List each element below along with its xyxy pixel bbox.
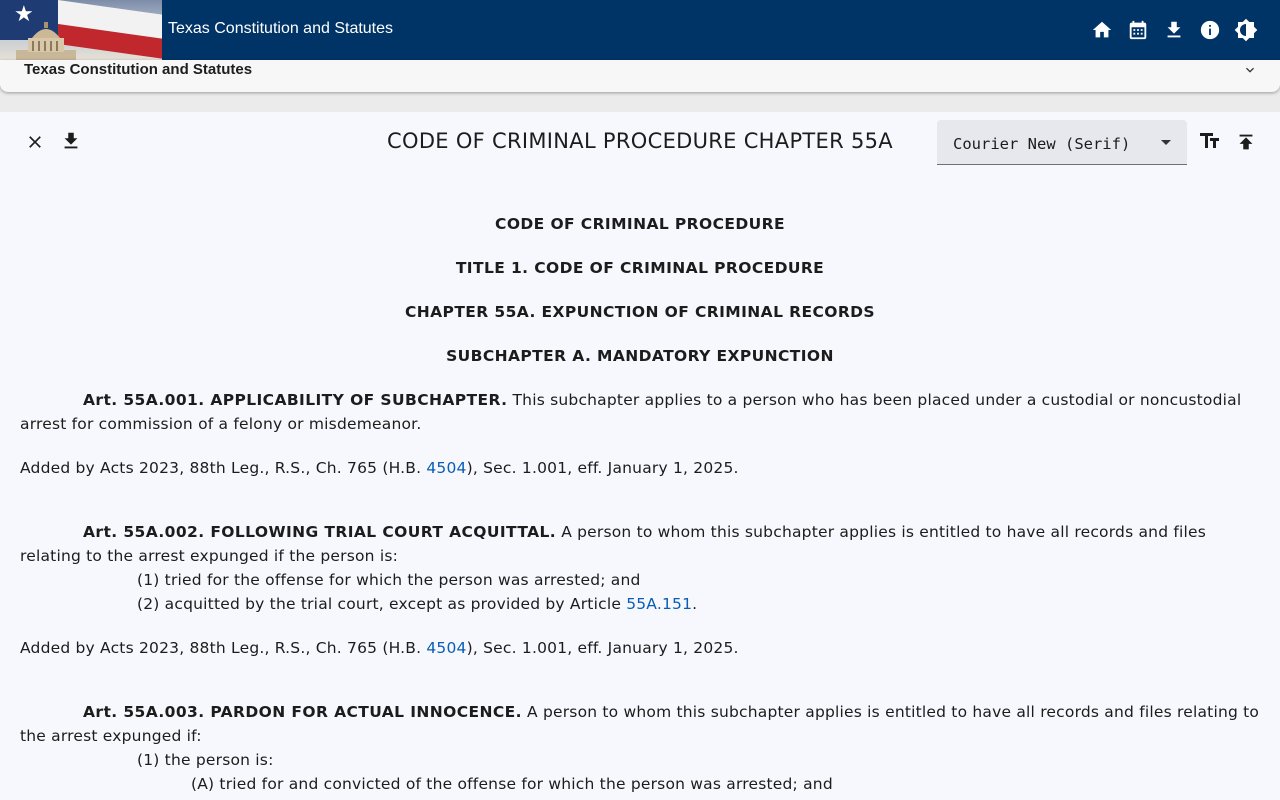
article-heading: Art. 55A.001. APPLICABILITY OF SUBCHAPTE… (83, 391, 508, 409)
bill-link[interactable]: 4504 (426, 459, 466, 477)
info-icon[interactable] (1198, 18, 1222, 42)
font-select-value: Courier New (Serif) (953, 135, 1131, 153)
document-toolbar: CODE OF CRIMINAL PROCEDURE CHAPTER 55A C… (0, 112, 1280, 172)
download-icon[interactable] (1162, 18, 1186, 42)
app-bar: ★ Texas Constitution and Statutes (0, 0, 1280, 60)
panel-title: Texas Constitution and Statutes (24, 61, 253, 78)
list-item-text: (2) acquitted by the trial court, except… (137, 595, 627, 613)
home-icon[interactable] (1090, 18, 1114, 42)
article-heading: Art. 55A.002. FOLLOWING TRIAL COURT ACQU… (83, 523, 557, 541)
subchapter-heading: SUBCHAPTER A. MANDATORY EXPUNCTION (446, 347, 834, 365)
source-note-text: Added by Acts 2023, 88th Leg., R.S., Ch.… (20, 639, 427, 657)
scroll-to-top-icon[interactable] (1234, 130, 1258, 154)
list-item: (1) the person is: (137, 751, 274, 769)
title-heading: TITLE 1. CODE OF CRIMINAL PROCEDURE (455, 259, 825, 277)
article-paragraph: Art. 55A.001. APPLICABILITY OF SUBCHAPTE… (20, 388, 1260, 436)
chevron-down-icon[interactable] (1242, 62, 1258, 78)
statutes-expansion-panel[interactable]: Texas Constitution and Statutes (0, 60, 1280, 92)
article-heading: Art. 55A.003. PARDON FOR ACTUAL INNOCENC… (83, 703, 522, 721)
list-item: (A) tried for and convicted of the offen… (191, 775, 833, 793)
source-note-text: ), Sec. 1.001, eff. January 1, 2025. (466, 459, 739, 477)
brightness-icon[interactable] (1234, 18, 1258, 42)
texas-capitol-logo[interactable]: ★ (0, 0, 162, 60)
article-paragraph: Art. 55A.003. PARDON FOR ACTUAL INNOCENC… (20, 700, 1260, 748)
article-link[interactable]: 55A.151 (626, 595, 692, 613)
list-item: (2) acquitted by the trial court, except… (20, 592, 1260, 616)
statute-text: CODE OF CRIMINAL PROCEDURE TITLE 1. CODE… (20, 212, 1260, 796)
download-document-icon[interactable] (59, 129, 83, 153)
list-item-text: . (692, 595, 698, 613)
dropdown-arrow-icon (1161, 140, 1171, 145)
font-family-select[interactable]: Courier New (Serif) (937, 120, 1187, 165)
source-note: Added by Acts 2023, 88th Leg., R.S., Ch.… (20, 636, 1260, 660)
document-viewer: CODE OF CRIMINAL PROCEDURE CHAPTER 55A C… (0, 112, 1280, 800)
app-title: Texas Constitution and Statutes (168, 20, 394, 37)
close-icon[interactable] (23, 130, 47, 154)
chapter-heading: CHAPTER 55A. EXPUNCTION OF CRIMINAL RECO… (405, 303, 875, 321)
source-note-text: Added by Acts 2023, 88th Leg., R.S., Ch.… (20, 459, 427, 477)
source-note: Added by Acts 2023, 88th Leg., R.S., Ch.… (20, 456, 1260, 480)
calendar-icon[interactable] (1126, 18, 1150, 42)
article-paragraph: Art. 55A.002. FOLLOWING TRIAL COURT ACQU… (20, 520, 1260, 568)
list-item: (1) tried for the offense for which the … (137, 571, 641, 589)
bill-link[interactable]: 4504 (426, 639, 466, 657)
text-size-icon[interactable] (1198, 129, 1222, 153)
code-heading: CODE OF CRIMINAL PROCEDURE (495, 215, 785, 233)
source-note-text: ), Sec. 1.001, eff. January 1, 2025. (466, 639, 739, 657)
